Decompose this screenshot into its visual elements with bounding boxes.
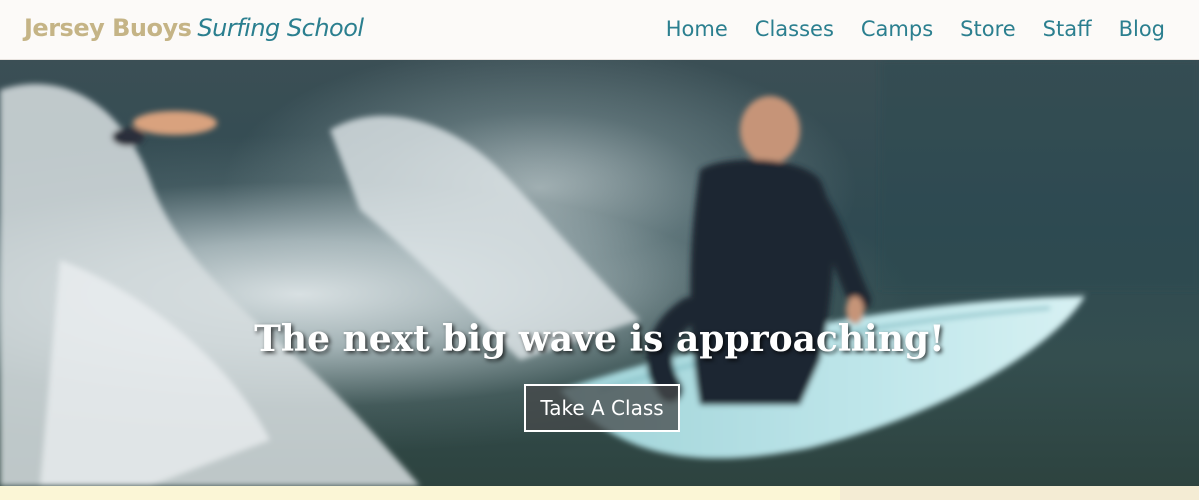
brand-tagline: Surfing School xyxy=(197,14,364,42)
next-section-strip xyxy=(0,486,1199,500)
nav-link-camps[interactable]: Camps xyxy=(861,14,933,44)
nav-link-classes[interactable]: Classes xyxy=(755,14,834,44)
hero-banner: The next big wave is approaching! Take A… xyxy=(0,60,1199,486)
hero-title: The next big wave is approaching! xyxy=(254,318,945,360)
nav-link-home[interactable]: Home xyxy=(666,14,728,44)
main-nav: Home Classes Camps Store Staff Blog xyxy=(666,14,1165,44)
top-navbar: Jersey Buoys Surfing School Home Classes … xyxy=(0,0,1199,60)
site-logo[interactable]: Jersey Buoys Surfing School xyxy=(24,14,364,42)
nav-link-store[interactable]: Store xyxy=(960,14,1016,44)
next-section-strip-right xyxy=(840,486,1199,500)
take-a-class-button[interactable]: Take A Class xyxy=(524,384,680,432)
nav-link-blog[interactable]: Blog xyxy=(1119,14,1165,44)
brand-name: Jersey Buoys xyxy=(24,14,192,42)
nav-link-staff[interactable]: Staff xyxy=(1043,14,1092,44)
